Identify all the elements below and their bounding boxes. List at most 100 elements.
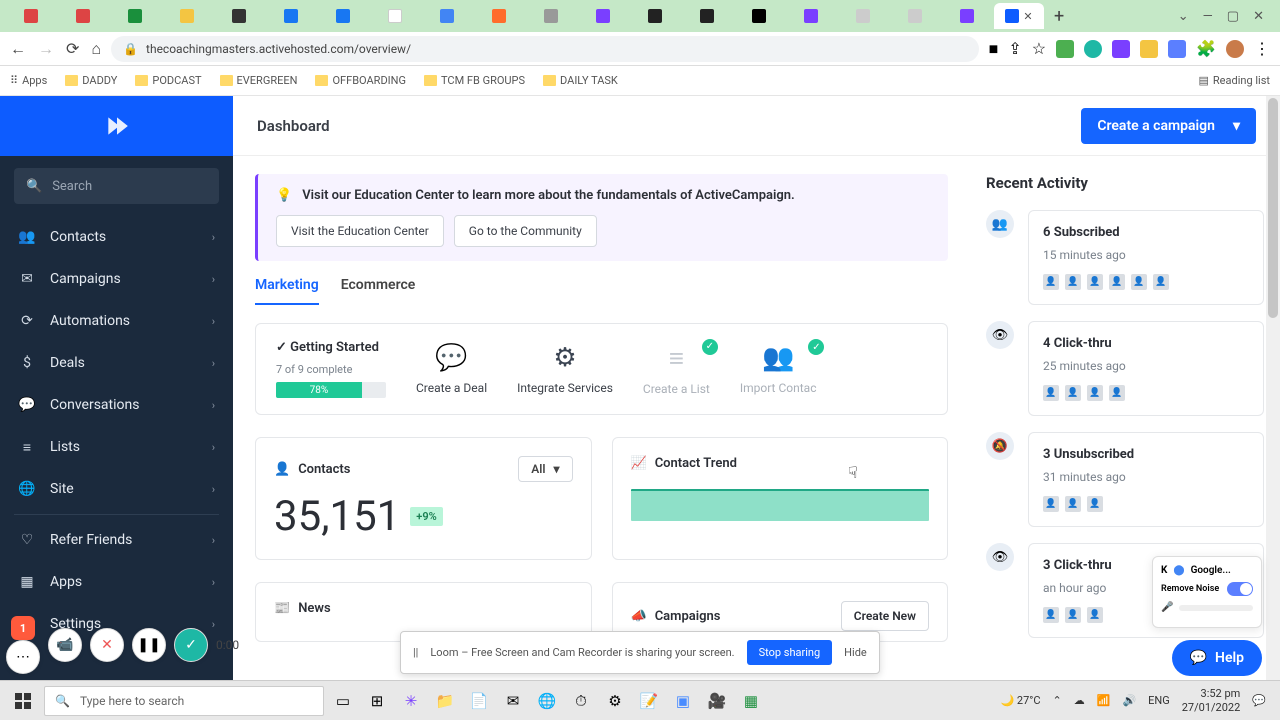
bookmark-item[interactable]: TCM FB GROUPS — [424, 74, 525, 87]
taskbar-app[interactable]: 📄 — [464, 686, 494, 716]
sidebar-item-apps[interactable]: ▦Apps› — [0, 561, 233, 603]
browser-tab[interactable] — [110, 3, 160, 29]
sidebar-item-refer[interactable]: ♡Refer Friends› — [0, 519, 233, 561]
loom-more-button[interactable]: ⋯ — [6, 640, 40, 674]
browser-tab[interactable] — [58, 3, 108, 29]
taskbar-search[interactable]: 🔍Type here to search — [44, 686, 324, 716]
taskbar-app[interactable]: ▦ — [736, 686, 766, 716]
search-input[interactable]: 🔍 Search — [14, 168, 219, 204]
browser-tab[interactable] — [630, 3, 680, 29]
apps-button[interactable]: ⠿Apps — [10, 74, 47, 87]
loom-camera-button[interactable]: 📹 — [48, 628, 82, 662]
notifications-icon[interactable]: 💬 — [1252, 694, 1266, 707]
gs-integrate[interactable]: ⚙Integrate Services — [517, 343, 613, 395]
close-window-icon[interactable]: ✕ — [1253, 9, 1264, 24]
browser-tab[interactable] — [942, 3, 992, 29]
browser-tab[interactable] — [526, 3, 576, 29]
taskbar-app[interactable]: ⚙ — [600, 686, 630, 716]
menu-icon[interactable]: ⋮ — [1254, 39, 1270, 58]
task-view-icon[interactable]: ▭ — [328, 686, 358, 716]
browser-tab[interactable] — [370, 3, 420, 29]
taskbar-app[interactable]: ✳ — [396, 686, 426, 716]
back-icon[interactable]: ← — [10, 39, 26, 59]
reload-icon[interactable]: ⟳ — [66, 39, 79, 59]
extensions-icon[interactable]: 🧩 — [1196, 39, 1216, 58]
chevron-down-icon[interactable]: ⌄ — [1178, 9, 1189, 24]
home-icon[interactable]: ⌂ — [91, 39, 101, 59]
sidebar-item-conversations[interactable]: 💬Conversations› — [0, 384, 233, 426]
bookmark-item[interactable]: DADDY — [65, 74, 117, 87]
wifi-icon[interactable]: 📶 — [1097, 694, 1111, 707]
loom-done-button[interactable]: ✓ — [174, 628, 208, 662]
browser-tab[interactable] — [6, 3, 56, 29]
go-community-button[interactable]: Go to the Community — [454, 215, 597, 247]
sidebar-item-site[interactable]: 🌐Site› — [0, 468, 233, 510]
browser-tab[interactable] — [734, 3, 784, 29]
extension-icon[interactable] — [1056, 40, 1074, 58]
browser-tab[interactable] — [422, 3, 472, 29]
bookmark-item[interactable]: EVERGREEN — [220, 74, 298, 87]
new-tab-button[interactable]: + — [1046, 6, 1072, 27]
minimize-icon[interactable]: — — [1203, 9, 1213, 24]
clock[interactable]: 3:52 pm27/01/2022 — [1182, 687, 1241, 713]
krisp-widget[interactable]: K⬤Google... Remove Noise 🎤 — [1152, 556, 1262, 628]
gs-import-contacts[interactable]: 👥Import Contac✓ — [740, 343, 817, 395]
loom-pause-button[interactable]: ❚❚ — [132, 628, 166, 662]
gs-create-deal[interactable]: 💬Create a Deal — [416, 343, 487, 395]
gs-create-list[interactable]: ≡Create a List✓ — [643, 343, 710, 396]
taskbar-app[interactable]: ⊞ — [362, 686, 392, 716]
contacts-filter[interactable]: All▾ — [518, 456, 572, 482]
taskbar-app[interactable]: 🌐 — [532, 686, 562, 716]
taskbar-app[interactable]: ⏱ — [566, 686, 596, 716]
browser-tab[interactable] — [318, 3, 368, 29]
scrollbar[interactable] — [1266, 96, 1280, 680]
start-button[interactable] — [6, 686, 40, 716]
browser-tab[interactable] — [578, 3, 628, 29]
browser-tab[interactable] — [474, 3, 524, 29]
loom-cancel-button[interactable]: ✕ — [90, 628, 124, 662]
extension-icon[interactable] — [1084, 40, 1102, 58]
camera-icon[interactable]: ■ — [989, 39, 999, 59]
bookmark-item[interactable]: PODCAST — [135, 74, 201, 87]
browser-tab[interactable] — [890, 3, 940, 29]
hide-button[interactable]: Hide — [844, 646, 867, 659]
activity-card[interactable]: 3 Unsubscribed 31 minutes ago 👤👤👤 — [1028, 432, 1264, 527]
extension-icon[interactable] — [1168, 40, 1186, 58]
taskbar-app[interactable]: ▣ — [668, 686, 698, 716]
browser-tab[interactable] — [838, 3, 888, 29]
browser-tab[interactable] — [266, 3, 316, 29]
volume-icon[interactable]: 🔊 — [1122, 694, 1136, 707]
url-input[interactable]: 🔒 thecoachingmasters.activehosted.com/ov… — [111, 36, 979, 62]
language-indicator[interactable]: ENG — [1148, 694, 1170, 707]
cloud-icon[interactable]: ☁ — [1074, 694, 1085, 707]
browser-tab-active[interactable]: ✕ — [994, 3, 1044, 29]
noise-toggle[interactable] — [1227, 582, 1253, 596]
tab-marketing[interactable]: Marketing — [255, 277, 319, 305]
stop-sharing-button[interactable]: Stop sharing — [747, 640, 833, 665]
help-button[interactable]: 💬Help — [1172, 640, 1262, 676]
browser-tab[interactable] — [682, 3, 732, 29]
sidebar-item-deals[interactable]: $Deals› — [0, 342, 233, 384]
extension-icon[interactable] — [1140, 40, 1158, 58]
weather-icon[interactable]: 🌙 27°C — [1000, 694, 1040, 707]
sidebar-item-lists[interactable]: ≡Lists› — [0, 426, 233, 468]
extension-icon[interactable] — [1112, 40, 1130, 58]
browser-tab[interactable] — [786, 3, 836, 29]
taskbar-app[interactable]: 📁 — [430, 686, 460, 716]
taskbar-app[interactable]: 📝 — [634, 686, 664, 716]
star-icon[interactable]: ☆ — [1032, 39, 1046, 58]
visit-education-button[interactable]: Visit the Education Center — [276, 215, 444, 247]
activity-card[interactable]: 4 Click-thru 25 minutes ago 👤👤👤👤 — [1028, 321, 1264, 416]
tab-ecommerce[interactable]: Ecommerce — [341, 277, 416, 305]
logo[interactable] — [0, 96, 233, 156]
browser-tab[interactable] — [162, 3, 212, 29]
close-icon[interactable]: ✕ — [1023, 10, 1032, 23]
sidebar-item-contacts[interactable]: 👥Contacts› — [0, 216, 233, 258]
create-new-campaign-button[interactable]: Create New — [841, 601, 929, 631]
activity-card[interactable]: 6 Subscribed 15 minutes ago 👤👤👤👤👤👤 — [1028, 210, 1264, 305]
share-icon[interactable]: ⇪ — [1008, 39, 1021, 58]
forward-icon[interactable]: → — [38, 39, 54, 59]
tray-chevron-icon[interactable]: ⌃ — [1053, 694, 1062, 707]
profile-icon[interactable] — [1226, 40, 1244, 58]
sidebar-item-campaigns[interactable]: ✉Campaigns› — [0, 258, 233, 300]
